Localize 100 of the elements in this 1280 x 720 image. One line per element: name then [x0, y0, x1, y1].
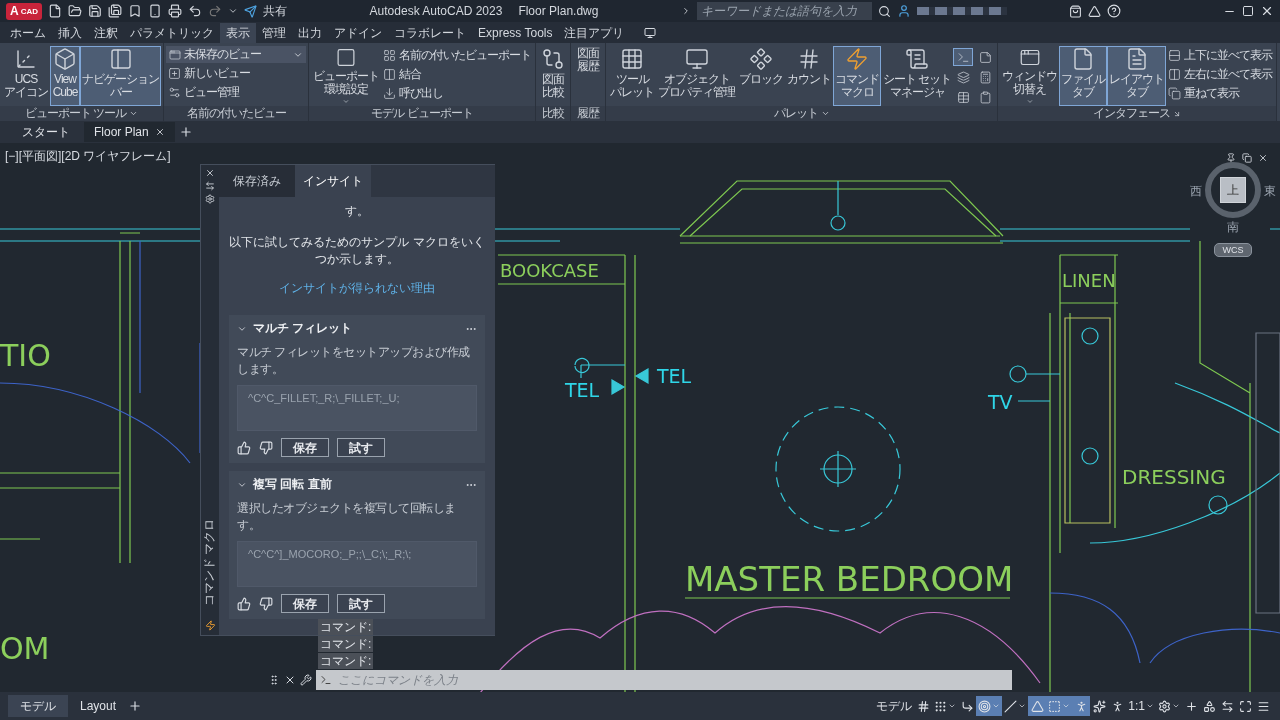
pin-icon[interactable] [1226, 153, 1236, 163]
ribbon-button[interactable]: オブジェクト プロパティ管理 [656, 46, 737, 106]
launcher-icon[interactable] [1173, 109, 1182, 118]
ribbon-tab[interactable]: 挿入 [52, 23, 88, 43]
grip-icon[interactable] [268, 674, 280, 686]
user-icon[interactable] [897, 4, 911, 18]
thumbs-up-icon[interactable] [237, 596, 251, 611]
ribbon-button[interactable]: カウント [785, 46, 833, 106]
save-button[interactable]: 保存 [281, 438, 329, 457]
search-icon[interactable] [878, 4, 891, 18]
ribbon-button[interactable]: ブロック [737, 46, 785, 106]
plus-icon[interactable] [178, 125, 193, 139]
send-icon[interactable] [244, 4, 257, 18]
ribbon-button[interactable]: ファイル タブ [1059, 46, 1108, 106]
compass-label[interactable]: 東 [1264, 183, 1276, 200]
ribbon-button[interactable]: 左右に並べて表示 [1166, 65, 1275, 83]
caret-icon[interactable] [228, 6, 238, 16]
ribbon-tab[interactable]: アドイン [328, 23, 388, 43]
collapse-icon[interactable] [205, 181, 215, 191]
ribbon-button[interactable]: 上下に並べて表示 [1166, 46, 1275, 64]
bag-icon[interactable] [1069, 4, 1082, 18]
close-icon[interactable] [154, 127, 165, 137]
close-icon[interactable] [205, 168, 215, 178]
ribbon-button[interactable]: ビュー管理 [166, 83, 306, 101]
settings-icon[interactable] [205, 194, 215, 204]
ribbon-tab[interactable]: 注目アプリ [558, 23, 631, 43]
layout-tab[interactable]: Layout [68, 695, 129, 717]
compass-label[interactable]: 南 [1227, 219, 1239, 236]
ribbon-button[interactable]: View Cube [50, 46, 80, 106]
status-button[interactable] [976, 696, 1003, 716]
compass-label[interactable]: 西 [1190, 183, 1202, 200]
ribbon-button[interactable]: UCS アイコン [2, 46, 50, 106]
ribbon-tab[interactable]: パラメトリック [124, 23, 220, 43]
ribbon-button[interactable]: 結合 [381, 65, 533, 83]
ribbon-button[interactable]: シート セット マネージャ [881, 46, 954, 106]
caret-icon[interactable] [820, 109, 830, 118]
file-tab[interactable]: スタート [12, 122, 80, 142]
ribbon-button[interactable]: ツール パレット [608, 46, 656, 106]
close-icon[interactable] [1258, 153, 1268, 163]
display-icon[interactable] [644, 27, 657, 39]
save-icon[interactable] [88, 4, 102, 18]
save-button[interactable]: 保存 [281, 594, 329, 613]
wcs-menu[interactable]: WCS [1214, 243, 1252, 257]
search-field[interactable]: キーワードまたは語句を入力 [697, 2, 872, 20]
close-icon[interactable] [1260, 4, 1274, 18]
undo-icon[interactable] [188, 4, 202, 18]
folder-icon[interactable] [68, 4, 82, 18]
redo-icon[interactable] [208, 4, 222, 18]
try-button[interactable]: 試す [337, 594, 385, 613]
ribbon-button[interactable]: 呼び出し [381, 84, 533, 102]
layout-tab[interactable]: モデル [8, 695, 68, 717]
expand-icon[interactable] [681, 6, 691, 16]
palette-tab[interactable]: 保存済み [219, 165, 295, 197]
command-input-field[interactable]: ここにコマンドを入力 [336, 672, 1008, 688]
ribbon-tab[interactable]: コラボレート [388, 23, 472, 43]
help-link[interactable]: インサイトが得られない理由 [279, 280, 435, 297]
status-button[interactable]: 1:1 [1126, 696, 1156, 716]
ribbon-tab[interactable]: 注釈 [88, 23, 124, 43]
try-button[interactable]: 試す [337, 438, 385, 457]
ribbon-button[interactable]: ナビゲーション バー [80, 46, 161, 106]
terminal-icon[interactable] [320, 674, 332, 686]
palette-tab[interactable]: インサイト [295, 165, 371, 197]
maximize-icon[interactable] [1242, 5, 1254, 17]
status-button[interactable]: モデル [874, 696, 915, 716]
triangle-icon[interactable] [1088, 4, 1101, 18]
ribbon-button[interactable]: 重ねて表示 [1166, 84, 1275, 102]
thumbs-down-icon[interactable] [259, 596, 273, 611]
view-dropdown[interactable]: 未保存のビュー [166, 46, 306, 63]
phone-icon[interactable] [148, 4, 162, 18]
ribbon-button[interactable]: 名前の付いたビューポート [381, 46, 533, 64]
plus-icon[interactable] [128, 699, 143, 713]
caret-icon[interactable] [129, 109, 139, 118]
new-file-icon[interactable] [48, 4, 62, 18]
ribbon-button[interactable]: レイアウト タブ [1107, 46, 1167, 106]
ribbon-tab[interactable]: Express Tools [472, 23, 559, 43]
ribbon-tab[interactable]: 管理 [256, 23, 292, 43]
ribbon-icon-button[interactable] [953, 48, 974, 66]
ribbon-tab[interactable]: ホーム [4, 23, 52, 43]
ribbon-button[interactable]: 図面 比較 [538, 46, 568, 106]
ribbon-button[interactable]: コマンド マクロ [833, 46, 881, 106]
close-icon[interactable] [284, 674, 296, 686]
wrench-icon[interactable] [300, 674, 312, 686]
ribbon-tab[interactable]: 出力 [292, 23, 328, 43]
app-menu-button[interactable]: A CAD [6, 2, 42, 20]
bookmark-icon[interactable] [128, 4, 142, 18]
ribbon-tab[interactable]: 表示 [220, 23, 256, 43]
restore-icon[interactable] [1242, 153, 1252, 163]
help-icon[interactable] [1107, 4, 1121, 18]
ribbon-button[interactable]: ウィンドウ 切替え [1000, 46, 1060, 106]
file-tab[interactable]: Floor Plan [84, 122, 175, 142]
viewport-label[interactable]: [−][平面図][2D ワイヤフレーム] [5, 148, 171, 165]
viewcube-face[interactable]: 上 [1220, 177, 1246, 203]
save-as-icon[interactable] [108, 4, 122, 18]
thumbs-down-icon[interactable] [259, 440, 273, 455]
thumbs-up-icon[interactable] [237, 440, 251, 455]
ribbon-button[interactable]: 新しいビュー [166, 64, 306, 82]
share-label[interactable]: 共有 [263, 2, 287, 20]
ribbon-button[interactable]: ビューポート 環境設定 [311, 46, 381, 106]
print-icon[interactable] [168, 4, 182, 18]
ribbon-button[interactable]: 図面 履歴 [573, 46, 603, 106]
